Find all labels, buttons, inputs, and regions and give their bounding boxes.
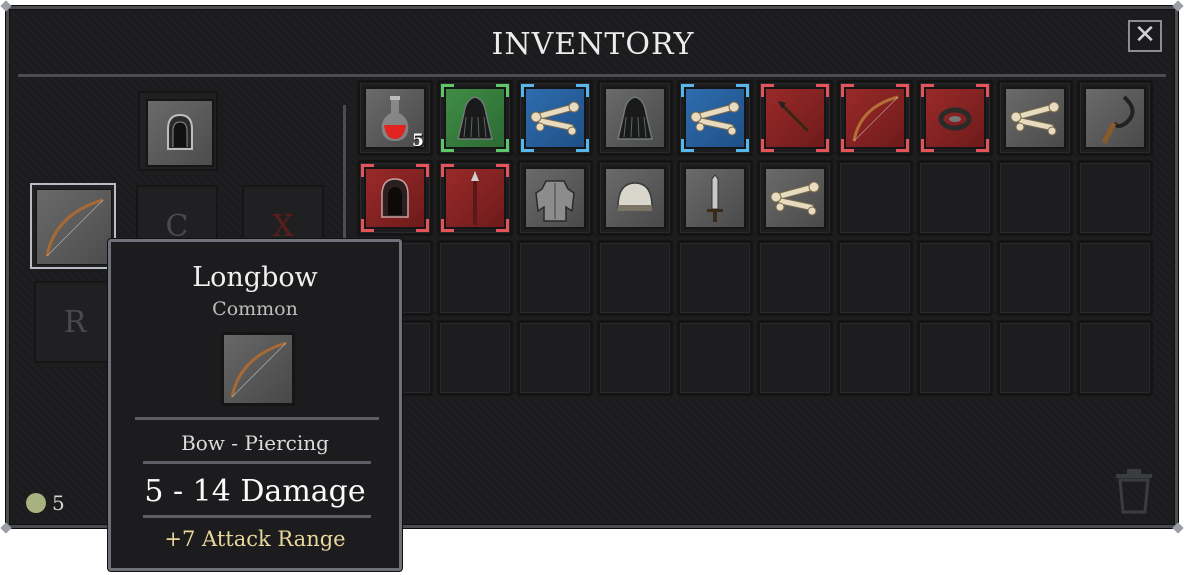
inventory-slot-item[interactable] (757, 160, 833, 236)
inventory-slot-item[interactable] (997, 80, 1073, 156)
inventory-slot-empty[interactable] (517, 240, 593, 316)
tooltip-divider (143, 515, 371, 518)
title-divider (18, 74, 1166, 77)
inventory-slot-empty[interactable] (917, 320, 993, 396)
hood-icon (167, 113, 193, 150)
trash-icon (1116, 469, 1152, 514)
bones-icon (1010, 101, 1060, 136)
sickle-icon (1101, 95, 1135, 145)
inventory-slot-empty[interactable] (517, 320, 593, 396)
inventory-slot-empty[interactable] (837, 160, 913, 236)
window-corner (1172, 522, 1184, 534)
inventory-slot-empty[interactable] (997, 160, 1073, 236)
tooltip-damage: 5 - 14 Damage (144, 474, 366, 509)
inventory-slot-empty[interactable] (837, 240, 913, 316)
inventory-slot-item[interactable] (517, 160, 593, 236)
longbow-icon (230, 341, 287, 398)
inventory-slot-item[interactable] (517, 80, 593, 156)
plate-armor-icon (535, 180, 575, 222)
coin-icon (26, 493, 46, 513)
bones-icon (770, 181, 820, 216)
inventory-slot-empty[interactable] (437, 320, 513, 396)
bones-icon (530, 101, 580, 136)
inventory-slot-item[interactable] (677, 80, 753, 156)
sword-icon (707, 174, 723, 222)
inventory-slot-item[interactable]: 5 (357, 80, 433, 156)
helmet-icon (617, 182, 653, 211)
spear-head-icon (778, 101, 810, 133)
trash-button[interactable] (1112, 466, 1156, 514)
inventory-slot-empty[interactable] (597, 240, 673, 316)
tooltip-item-rarity: Common (212, 298, 298, 320)
inventory-slot-empty[interactable] (677, 240, 753, 316)
bones-icon (690, 101, 740, 136)
hood-icon (381, 178, 409, 218)
slot-r-label: R (63, 304, 87, 340)
longbow-icon (45, 198, 104, 257)
currency-display: 5 (26, 491, 65, 515)
inventory-slot-item[interactable] (437, 160, 513, 236)
inventory-slot-empty[interactable] (917, 160, 993, 236)
longbow-icon (852, 95, 899, 142)
item-tooltip: Longbow Common Bow - Piercing 5 - 14 Dam… (108, 239, 402, 571)
window-corner (0, 522, 12, 534)
inventory-slot-item[interactable] (757, 80, 833, 156)
inventory-slot-empty[interactable] (757, 240, 833, 316)
inventory-slot-empty[interactable] (997, 320, 1073, 396)
inventory-slot-item[interactable] (357, 160, 433, 236)
inventory-slot-empty[interactable] (1077, 320, 1153, 396)
tooltip-divider (143, 461, 371, 464)
item-quantity: 5 (412, 131, 424, 151)
inventory-slot-empty[interactable] (1077, 160, 1153, 236)
inventory-slot-empty[interactable] (1077, 240, 1153, 316)
inventory-slot-item[interactable] (597, 80, 673, 156)
tooltip-bonus: +7 Attack Range (164, 527, 346, 551)
equipment-slot-weapon[interactable] (30, 183, 116, 269)
equipment-divider (343, 105, 346, 245)
inventory-slot-empty[interactable] (917, 240, 993, 316)
inventory-slot-empty[interactable] (677, 320, 753, 396)
window-corner (0, 0, 12, 12)
inventory-slot-item[interactable] (1077, 80, 1153, 156)
inventory-slot-item[interactable] (917, 80, 993, 156)
tooltip-divider (135, 417, 379, 420)
ring-icon (938, 107, 972, 131)
inventory-slot-item[interactable] (597, 160, 673, 236)
inventory-slot-item[interactable] (837, 80, 913, 156)
window-title: INVENTORY (491, 27, 695, 62)
close-button[interactable]: ✕ (1128, 20, 1162, 52)
tooltip-item-name: Longbow (192, 262, 318, 293)
equipment-slot-head[interactable] (138, 91, 218, 171)
inventory-slot-item[interactable] (677, 160, 753, 236)
inventory-slot-empty[interactable] (837, 320, 913, 396)
inventory-slot-empty[interactable] (757, 320, 833, 396)
inventory-slot-empty[interactable] (597, 320, 673, 396)
inventory-slot-empty[interactable] (437, 240, 513, 316)
tooltip-item-type: Bow - Piercing (181, 431, 329, 455)
inventory-slot-empty[interactable] (997, 240, 1073, 316)
currency-amount: 5 (52, 491, 65, 515)
dark-cloak-icon (617, 96, 653, 140)
tooltip-item-icon-frame (221, 332, 295, 406)
inventory-slot-item[interactable] (437, 80, 513, 156)
dark-cloak-icon (457, 96, 493, 140)
spear-icon (471, 171, 479, 225)
window-corner (1172, 0, 1184, 12)
equipment-slot-r[interactable]: R (34, 281, 116, 363)
